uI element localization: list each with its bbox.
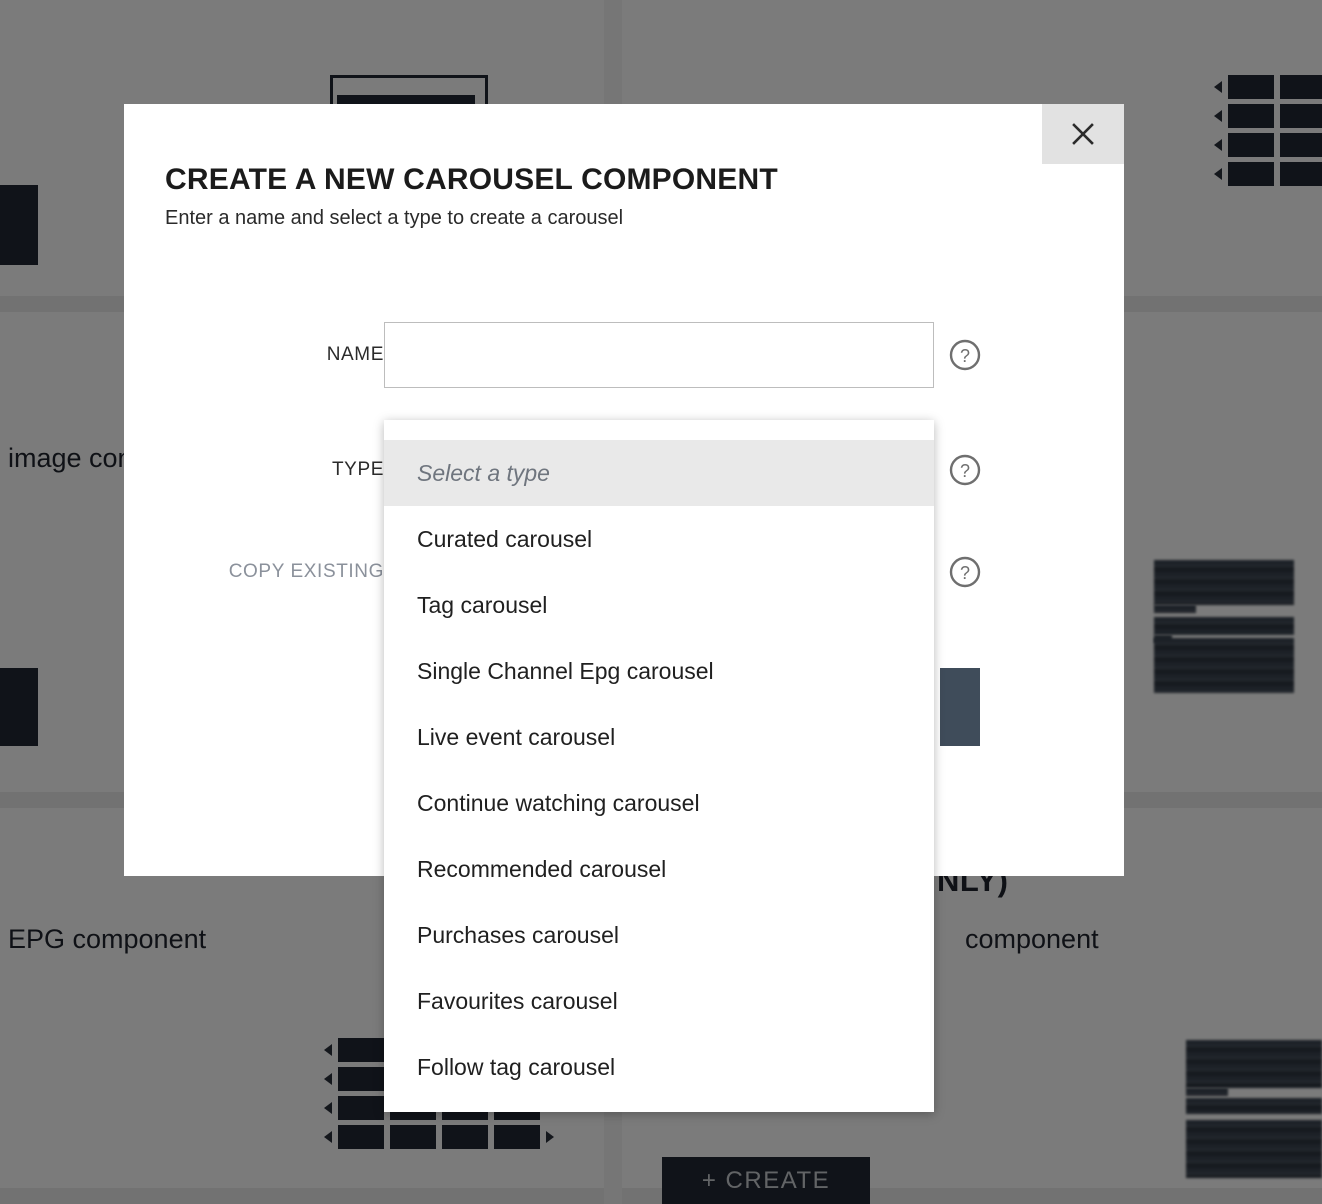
modal-subtitle: Enter a name and select a type to create…	[165, 207, 624, 229]
dropdown-option-follow-tag-carousel[interactable]: Follow tag carousel	[384, 1034, 934, 1100]
help-circle-icon[interactable]: ?	[949, 339, 981, 371]
svg-text:?: ?	[960, 461, 970, 481]
svg-text:?: ?	[960, 563, 970, 583]
dropdown-top-spacer	[384, 420, 934, 440]
name-field-label: NAME	[326, 344, 384, 365]
svg-text:?: ?	[960, 346, 970, 366]
name-input[interactable]	[384, 322, 934, 388]
name-field-row: NAME ?	[124, 322, 1124, 388]
dropdown-option-single-channel-epg-carousel[interactable]: Single Channel Epg carousel	[384, 638, 934, 704]
copy-existing-field-label: COPY EXISTING	[228, 561, 384, 582]
dropdown-option-recommended-carousel[interactable]: Recommended carousel	[384, 836, 934, 902]
dropdown-option-placeholder[interactable]: Select a type	[384, 440, 934, 506]
dropdown-option-tag-carousel[interactable]: Tag carousel	[384, 572, 934, 638]
type-dropdown-list[interactable]: Select a type Curated carousel Tag carou…	[384, 420, 934, 1112]
dropdown-option-curated-carousel[interactable]: Curated carousel	[384, 506, 934, 572]
page-title: CREATE A NEW CAROUSEL COMPONENT	[165, 163, 778, 196]
help-circle-icon[interactable]: ?	[949, 556, 981, 588]
type-field-label: TYPE	[331, 459, 384, 480]
close-icon[interactable]	[1042, 104, 1124, 164]
dropdown-option-continue-watching-carousel[interactable]: Continue watching carousel	[384, 770, 934, 836]
modal-slate-block	[940, 668, 980, 746]
dropdown-option-purchases-carousel[interactable]: Purchases carousel	[384, 902, 934, 968]
help-circle-icon[interactable]: ?	[949, 454, 981, 486]
dropdown-option-live-event-carousel[interactable]: Live event carousel	[384, 704, 934, 770]
dropdown-option-favourites-carousel[interactable]: Favourites carousel	[384, 968, 934, 1034]
